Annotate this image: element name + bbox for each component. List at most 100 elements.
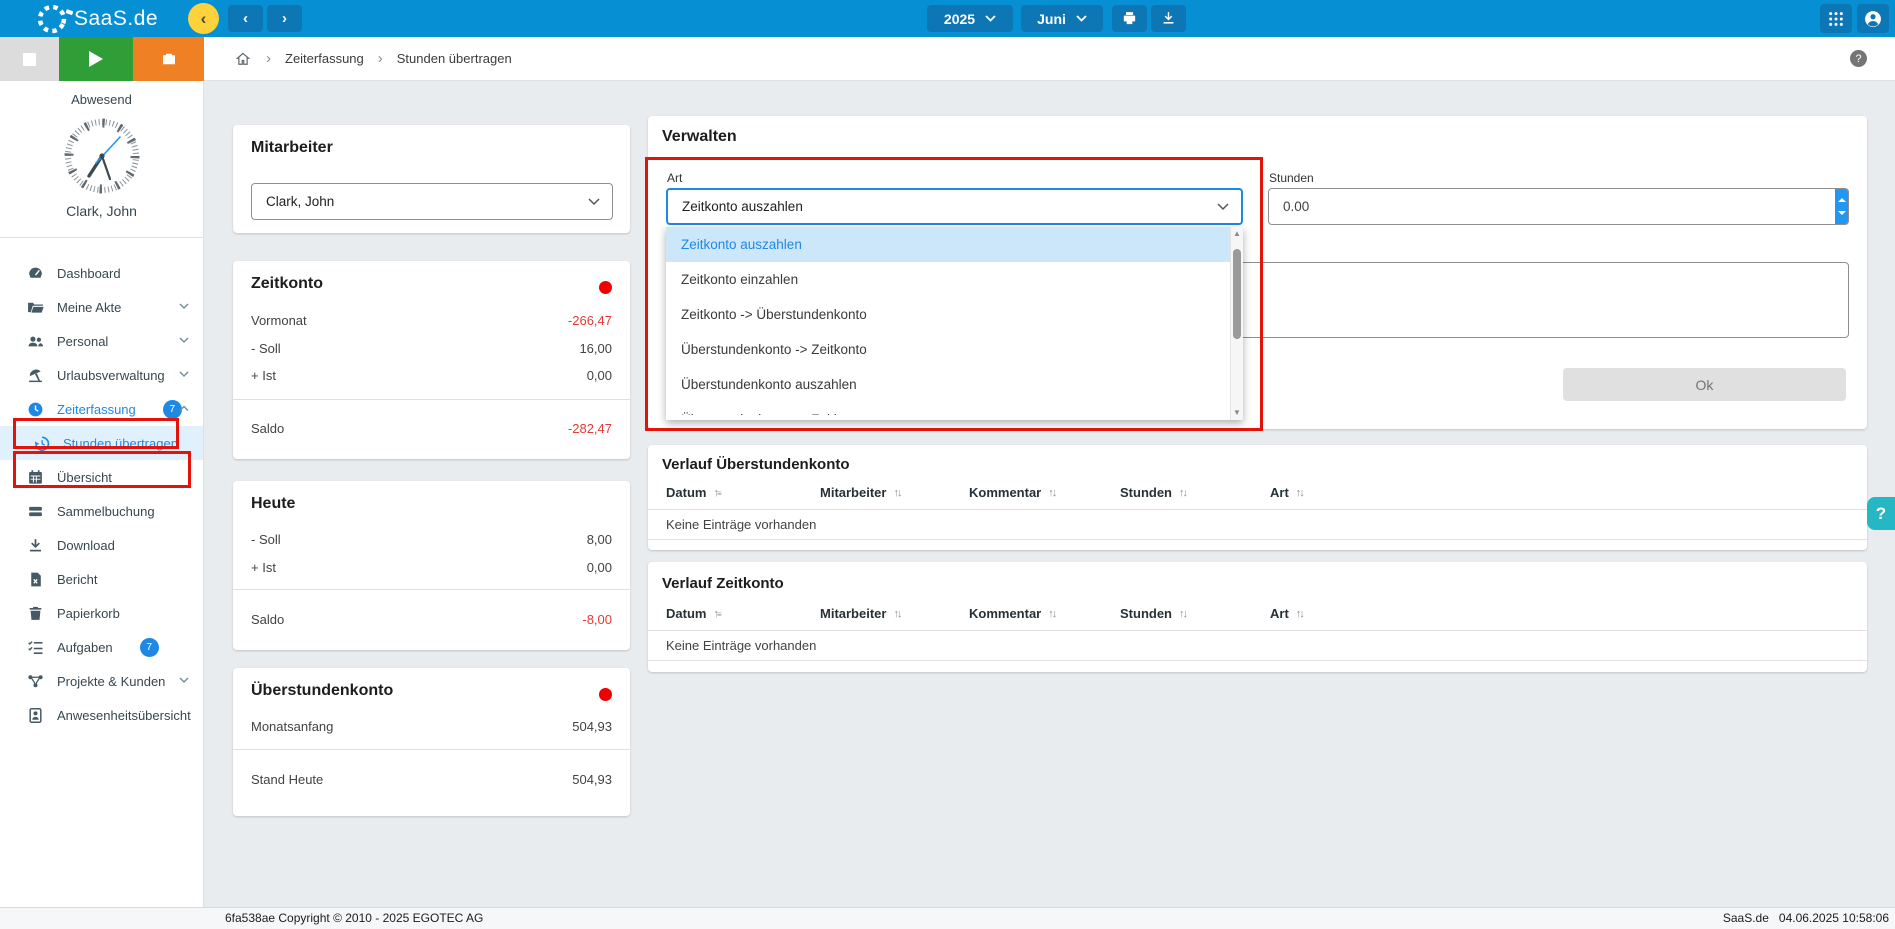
column-header-mitarbeiter[interactable]: Mitarbeiter↑↓ [820, 485, 900, 500]
art-selected-value: Zeitkonto auszahlen [682, 199, 803, 214]
sort-icon[interactable]: ↑↓ [1296, 608, 1303, 620]
sort-icon[interactable]: ↑↓ [1179, 608, 1186, 620]
stunden-spinner[interactable] [1835, 189, 1848, 224]
month-select[interactable]: Juni [1021, 5, 1103, 32]
dropdown-option-4[interactable]: Überstundenkonto -> Zeitkonto [666, 332, 1243, 367]
people-icon [27, 333, 44, 350]
ok-button[interactable]: Ok [1563, 368, 1846, 401]
dropdown-scrollbar[interactable]: ▲ ▼ [1230, 227, 1243, 420]
presence-status-label: Abwesend [0, 92, 203, 107]
collapse-circle-button[interactable]: ‹ [188, 3, 219, 34]
business-trip-button[interactable] [133, 37, 204, 81]
sidebar-item-meine-akte[interactable]: Meine Akte [0, 290, 203, 324]
chevron-down-icon [179, 371, 189, 378]
dropdown-option-3[interactable]: Zeitkonto -> Überstundenkonto [666, 297, 1243, 332]
sidebar-item-label: Urlaubsverwaltung [57, 368, 165, 383]
column-header-kommentar[interactable]: Kommentar↑↓ [969, 485, 1055, 500]
stack-icon [27, 503, 44, 520]
verlauf-zeitkonto-card: Verlauf Zeitkonto Datum↑≡ Mitarbeiter↑↓ … [648, 562, 1867, 672]
column-header-art[interactable]: Art↑↓ [1270, 485, 1303, 500]
column-header-datum[interactable]: Datum↑≡ [666, 606, 722, 621]
sidebar-divider [0, 237, 203, 238]
status-dot-red [599, 281, 612, 294]
dropdown-option-clipped[interactable]: Überstundenkonto -> Zeitkonto [666, 402, 1243, 415]
analog-clock [63, 117, 141, 195]
spinner-down-icon [1838, 211, 1846, 215]
grid-icon [1828, 11, 1844, 27]
print-button[interactable] [1112, 5, 1147, 32]
play-button[interactable] [59, 37, 133, 81]
stunden-input[interactable] [1268, 188, 1849, 225]
floating-help-button[interactable]: ? [1867, 497, 1895, 530]
sidebar-item-stunden-uebertragen[interactable]: Stunden übertragen [0, 426, 203, 460]
sort-icon[interactable]: ↑↓ [893, 487, 900, 499]
dropdown-option-5[interactable]: Überstundenkonto auszahlen [666, 367, 1243, 402]
download-button[interactable] [1151, 5, 1186, 32]
scroll-up-icon[interactable]: ▲ [1231, 227, 1243, 241]
art-select[interactable]: Zeitkonto auszahlen [666, 188, 1243, 225]
presence-badge-icon [27, 707, 44, 724]
sidebar-item-download[interactable]: Download [0, 528, 203, 562]
heute-row-ist: + Ist0,00 [251, 560, 612, 575]
sidebar-item-anwesenheitsuebersicht[interactable]: Anwesenheitsübersicht [0, 698, 203, 732]
sidebar-item-zeiterfassung[interactable]: Zeiterfassung 7 [0, 392, 203, 426]
mitarbeiter-card: Mitarbeiter Clark, John [233, 125, 630, 233]
zeitkonto-card: Zeitkonto Vormonat-266,47 - Soll16,00 + … [233, 261, 630, 459]
sidebar-item-label: Sammelbuchung [57, 504, 155, 519]
sidebar-item-aufgaben[interactable]: Aufgaben 7 [0, 630, 203, 664]
column-header-mitarbeiter[interactable]: Mitarbeiter↑↓ [820, 606, 900, 621]
dropdown-option-2[interactable]: Zeitkonto einzahlen [666, 262, 1243, 297]
apps-grid-button[interactable] [1820, 4, 1852, 33]
breadcrumb-item-zeiterfassung[interactable]: Zeiterfassung [285, 51, 364, 66]
art-label: Art [667, 171, 682, 185]
next-period-button[interactable]: › [267, 5, 302, 32]
column-header-kommentar[interactable]: Kommentar↑↓ [969, 606, 1055, 621]
sidebar-item-label: Zeiterfassung [57, 402, 136, 417]
sort-icon[interactable]: ↑↓ [893, 608, 900, 620]
chevron-down-icon [588, 198, 600, 206]
sort-icon[interactable]: ↑↓ [1296, 487, 1303, 499]
scrollbar-thumb[interactable] [1233, 249, 1241, 339]
column-header-stunden[interactable]: Stunden↑↓ [1120, 606, 1186, 621]
sort-asc-icon[interactable]: ↑≡ [713, 487, 721, 499]
heute-card: Heute - Soll8,00 + Ist0,00 Saldo-8,00 [233, 481, 630, 650]
chevron-up-icon [179, 405, 189, 412]
sidebar-item-dashboard[interactable]: Dashboard [0, 256, 203, 290]
stop-button[interactable] [0, 37, 59, 81]
sidebar-item-bericht[interactable]: Bericht [0, 562, 203, 596]
chevron-down-icon [1076, 15, 1087, 22]
sidebar-item-personal[interactable]: Personal [0, 324, 203, 358]
divider [233, 399, 630, 400]
sidebar-item-uebersicht[interactable]: Übersicht [0, 460, 203, 494]
year-select[interactable]: 2025 [927, 5, 1013, 32]
sidebar-item-sammelbuchung[interactable]: Sammelbuchung [0, 494, 203, 528]
sidebar-item-urlaubsverwaltung[interactable]: Urlaubsverwaltung [0, 358, 203, 392]
home-icon[interactable] [234, 50, 252, 68]
sort-asc-icon[interactable]: ↑≡ [713, 608, 721, 620]
sort-icon[interactable]: ↑↓ [1048, 487, 1055, 499]
prev-period-button[interactable]: ‹ [228, 5, 263, 32]
divider [648, 509, 1867, 510]
sidebar-item-papierkorb[interactable]: Papierkorb [0, 596, 203, 630]
divider [233, 749, 630, 750]
breadcrumb-separator: › [266, 50, 271, 67]
sort-icon[interactable]: ↑↓ [1179, 487, 1186, 499]
sidebar-item-label: Projekte & Kunden [57, 674, 165, 689]
mitarbeiter-select[interactable]: Clark, John [251, 183, 613, 220]
footer-brand: SaaS.de [1723, 911, 1769, 925]
card-title: Heute [251, 495, 295, 513]
dropdown-option-1[interactable]: Zeitkonto auszahlen [666, 227, 1243, 262]
history-icon [33, 435, 50, 452]
sidebar-item-projekte-kunden[interactable]: Projekte & Kunden [0, 664, 203, 698]
sort-icon[interactable]: ↑↓ [1048, 608, 1055, 620]
breadcrumb-item-stunden-uebertragen[interactable]: Stunden übertragen [397, 51, 512, 66]
aufgaben-badge: 7 [140, 638, 159, 657]
stunden-label: Stunden [1269, 171, 1314, 185]
scroll-down-icon[interactable]: ▼ [1231, 406, 1243, 420]
column-header-art[interactable]: Art↑↓ [1270, 606, 1303, 621]
page-help-button[interactable]: ? [1850, 50, 1867, 67]
column-header-stunden[interactable]: Stunden↑↓ [1120, 485, 1186, 500]
column-header-datum[interactable]: Datum↑≡ [666, 485, 722, 500]
zeitkonto-row-saldo: Saldo-282,47 [251, 421, 612, 436]
account-button[interactable] [1857, 4, 1889, 33]
